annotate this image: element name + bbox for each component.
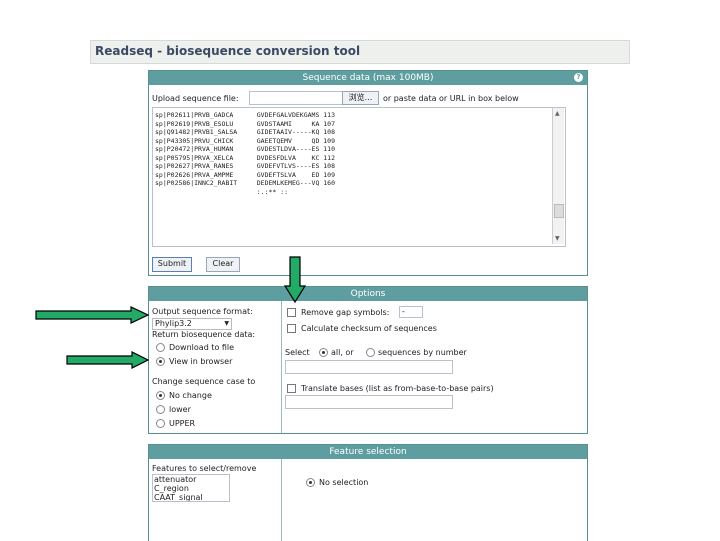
translate-input[interactable] bbox=[285, 395, 453, 409]
select-label: Select bbox=[285, 348, 310, 357]
feature-listbox[interactable]: attenuator C_region CAAT_signal bbox=[152, 474, 230, 502]
sequence-line: sp|P05795|PRVA_XELCA DVDESFDLVA KC 112 bbox=[155, 153, 336, 162]
sequence-line: :.:** :: bbox=[155, 187, 289, 196]
options-divider bbox=[281, 301, 282, 433]
view-browser-label: View in browser bbox=[169, 357, 233, 366]
feature-divider bbox=[281, 459, 282, 541]
page-title: Readseq - biosequence conversion tool bbox=[95, 44, 361, 58]
feature-item[interactable]: CAAT_signal bbox=[153, 493, 229, 501]
scroll-up-icon[interactable]: ▲ bbox=[555, 110, 560, 117]
translate-checkbox[interactable] bbox=[287, 384, 296, 393]
download-label: Download to file bbox=[169, 343, 235, 352]
scroll-thumb[interactable] bbox=[554, 204, 564, 218]
scroll-down-icon[interactable]: ▼ bbox=[555, 235, 560, 242]
checksum-checkbox[interactable] bbox=[287, 324, 296, 333]
sequence-line: sp|P43305|PRVU_CHICK GAEETQEMV QD 109 bbox=[155, 136, 336, 145]
sequence-panel: Sequence data (max 100MB) ? Upload seque… bbox=[148, 70, 588, 276]
feature-item[interactable]: attenuator bbox=[153, 475, 229, 484]
feature-panel-title: Feature selection bbox=[329, 447, 407, 457]
translate-label: Translate bases (list as from-base-to-ba… bbox=[301, 384, 494, 393]
feature-item[interactable]: C_region bbox=[153, 484, 229, 493]
submit-button[interactable]: Submit bbox=[152, 257, 192, 272]
sequence-line: sp|P02586|INNC2_RABIT DEDEMLKEMEG---VQ 1… bbox=[155, 179, 336, 187]
radio-no-change[interactable] bbox=[156, 391, 165, 400]
remove-gap-checkbox[interactable] bbox=[287, 308, 296, 317]
radio-no-selection[interactable] bbox=[306, 478, 315, 487]
radio-download[interactable] bbox=[156, 343, 165, 352]
lower-label: lower bbox=[169, 405, 191, 414]
sequence-textarea[interactable]: sp|P02611|PRVB_GADCA GVDEFGALVDEKGAMS 11… bbox=[152, 107, 566, 247]
output-format-label: Output sequence format: bbox=[152, 307, 253, 316]
sequence-lines: sp|P02611|PRVB_GADCA GVDEFGALVDEKGAMS 11… bbox=[153, 108, 565, 199]
sequence-line: sp|P02626|PRVA_AMPME GVDEFTSLVA ED 109 bbox=[155, 170, 336, 179]
sequence-line: sp|P20472|PRVA_HUMAN GVDESTLDVA----ES 11… bbox=[155, 145, 336, 153]
upper-label: UPPER bbox=[169, 419, 196, 428]
output-format-select[interactable]: Phylip3.2 ▼ bbox=[152, 318, 232, 330]
sequence-number-input[interactable] bbox=[285, 360, 453, 374]
textarea-scrollbar[interactable]: ▲ ▼ bbox=[552, 108, 564, 244]
sequence-line: sp|P02619|PRVB_ESOLU GVDSTAAMI KA 107 bbox=[155, 119, 336, 128]
no-selection-label: No selection bbox=[319, 478, 369, 487]
checksum-label: Calculate checksum of sequences bbox=[301, 324, 437, 333]
sequence-panel-title: Sequence data (max 100MB) bbox=[302, 73, 434, 83]
sequence-line: sp|P02611|PRVB_GADCA GVDEFGALVDEKGAMS 11… bbox=[155, 111, 336, 119]
options-panel: Options Output sequence format: Phylip3.… bbox=[148, 286, 588, 434]
arrow-right-icon bbox=[35, 306, 150, 324]
no-change-label: No change bbox=[169, 391, 212, 400]
gap-symbol-input[interactable]: - bbox=[399, 306, 423, 318]
title-bar: Readseq - biosequence conversion tool bbox=[90, 40, 630, 64]
options-panel-title: Options bbox=[350, 289, 386, 299]
arrow-down-icon bbox=[283, 256, 307, 304]
paste-label: or paste data or URL in box below bbox=[383, 94, 519, 103]
sequence-panel-header: Sequence data (max 100MB) bbox=[149, 71, 587, 85]
browse-button[interactable]: 浏览... bbox=[342, 91, 379, 105]
feature-panel: Feature selection Features to select/rem… bbox=[148, 444, 588, 541]
output-format-value: Phylip3.2 bbox=[155, 319, 192, 328]
select-number-label: sequences by number bbox=[378, 348, 467, 357]
options-panel-header: Options bbox=[149, 287, 587, 301]
sequence-line: sp|Q91482|PRVB1_SALSA GIDETAAIV-----KQ 1… bbox=[155, 128, 336, 136]
feature-panel-header: Feature selection bbox=[149, 445, 587, 459]
radio-view-browser[interactable] bbox=[156, 357, 165, 366]
upload-file-field[interactable] bbox=[249, 91, 343, 105]
remove-gap-label: Remove gap symbols: bbox=[301, 308, 390, 317]
return-label: Return biosequence data: bbox=[152, 330, 256, 339]
radio-select-number[interactable] bbox=[366, 348, 375, 357]
radio-lower[interactable] bbox=[156, 405, 165, 414]
arrow-right-icon bbox=[66, 351, 150, 369]
radio-upper[interactable] bbox=[156, 419, 165, 428]
select-all-label: all, or bbox=[331, 348, 354, 357]
radio-select-all[interactable] bbox=[319, 348, 328, 357]
case-label: Change sequence case to bbox=[152, 377, 256, 386]
upload-label: Upload sequence file: bbox=[152, 94, 239, 103]
clear-button[interactable]: Clear bbox=[206, 257, 240, 272]
sequence-line: sp|P02627|PRVA_RANES GVDEFVTLVS----ES 10… bbox=[155, 162, 336, 170]
help-icon[interactable]: ? bbox=[574, 73, 583, 82]
chevron-down-icon: ▼ bbox=[224, 320, 229, 327]
feature-list-label: Features to select/remove bbox=[152, 464, 257, 473]
